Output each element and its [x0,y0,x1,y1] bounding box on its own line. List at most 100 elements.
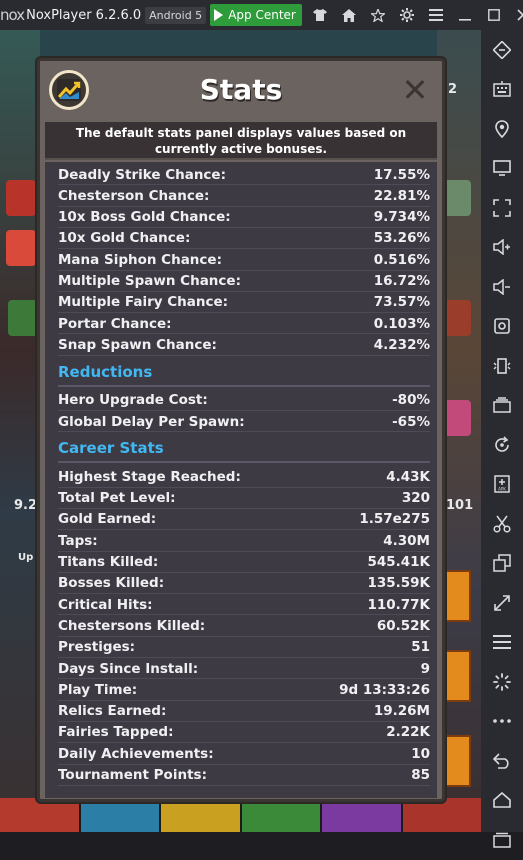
recent-apps-icon[interactable] [481,820,523,860]
stat-value: 19.26M [373,703,430,720]
stat-value: 9 [420,660,430,677]
stat-row: Chesterson Chance: 22.81% [58,185,430,206]
stat-value: 16.72% [373,273,430,289]
emulator-titlebar: nox NoxPlayer 6.2.6.0 Android 5 App Cent… [0,0,523,30]
stat-value: 4.30M [383,532,430,549]
modal-title: Stats [199,73,283,106]
stat-row: Deadly Strike Chance: 17.55% [58,164,430,185]
maximize-icon[interactable] [480,0,509,30]
stat-row: Days Since Install: 9 [58,658,430,679]
enemy-portrait [441,180,471,216]
location-icon[interactable] [481,109,523,149]
stat-value: 85 [411,767,430,783]
play-icon [214,9,224,21]
tab-equipment[interactable] [161,798,242,832]
close-icon[interactable] [509,0,523,30]
stat-label: Chesterson Chance: [58,187,210,204]
stat-row: Daily Achievements: 10 [58,743,430,764]
fullscreen-icon[interactable] [481,188,523,228]
app-title: NoxPlayer 6.2.6.0 [26,7,142,23]
tab-pets[interactable] [80,798,161,832]
screenshot-icon[interactable] [481,307,523,347]
minimize-icon[interactable] [451,0,480,30]
more-icon[interactable] [481,702,523,742]
copy-icon[interactable] [481,544,523,584]
volume-down-icon[interactable] [481,267,523,307]
stat-value: 9d 13:33:26 [339,681,430,698]
sync-icon[interactable] [481,425,523,465]
stat-value: 320 [401,490,430,507]
loading-icon[interactable] [481,662,523,702]
tab-clan[interactable] [402,798,481,832]
stats-modal: Stats ✕ The default stats panel displays… [37,58,445,802]
nox-logo: nox [0,6,25,24]
stat-row: Fairies Tapped: 2.22K [58,722,430,743]
stat-value: 17.55% [373,166,430,183]
stat-label: Chestersons Killed: [58,617,206,634]
stat-value: 9.734% [373,209,430,226]
stat-label: Bosses Killed: [58,575,165,592]
stat-value: -80% [392,392,430,409]
tab-heroes[interactable] [0,798,81,832]
scissors-icon[interactable] [481,504,523,544]
home-icon[interactable] [335,0,364,30]
back-icon[interactable] [481,741,523,781]
stat-row: Bosses Killed: 135.59K [58,573,430,594]
app-center-label: App Center [228,8,296,22]
section-heading: Reductions [58,362,153,381]
stat-row: Play Time: 9d 13:33:26 [58,679,430,700]
tab-artifacts[interactable] [241,798,322,832]
top-right-counter: 2 [448,82,458,97]
shirt-icon[interactable] [306,0,335,30]
app-center-button[interactable]: App Center [210,4,302,26]
stat-row: Mana Siphon Chance: 0.516% [58,249,430,270]
close-icon: ✕ [401,71,429,109]
stat-value: 110.77K [367,596,430,613]
upgrade-tab[interactable] [441,735,471,787]
menu-icon[interactable] [422,0,451,30]
stat-value: 1.57e275 [359,511,430,528]
menu-icon[interactable] [481,623,523,663]
stat-label: Highest Stage Reached: [58,468,241,485]
stat-row: Relics Earned: 19.26M [58,701,430,722]
stat-row: Tournament Points: 85 [58,765,430,786]
stat-row: Snap Spawn Chance: 4.232% [58,334,430,355]
keyboard-icon[interactable] [481,70,523,110]
star-icon[interactable] [364,0,393,30]
multi-instance-icon[interactable] [481,386,523,426]
upgrade-label[interactable]: Up [18,552,33,563]
row-divider [58,431,430,433]
bottom-tab-bar [0,798,481,832]
stat-label: Prestiges: [58,639,136,656]
enemy-portrait [441,300,471,336]
apk-icon[interactable]: APK [481,465,523,505]
stats-panel[interactable]: Deadly Strike Chance: 17.55% Chesterson Ch… [45,162,437,798]
stat-label: Play Time: [58,681,138,698]
close-button[interactable]: ✕ [400,71,430,109]
modal-header: Stats ✕ [40,61,442,122]
stat-value: 4.232% [373,336,430,353]
stat-value: 22.81% [373,187,430,204]
stat-row: Multiple Fairy Chance: 73.57% [58,292,430,313]
upgrade-tab[interactable] [441,650,471,702]
stat-value: 10 [411,745,430,762]
volume-up-icon[interactable] [481,228,523,268]
stat-row: Multiple Spawn Chance: 16.72% [58,271,430,292]
section-divider [58,384,430,387]
tab-shop[interactable] [322,798,403,832]
shake-icon[interactable] [481,346,523,386]
resize-icon[interactable] [481,30,523,70]
screen-icon[interactable] [481,149,523,189]
stat-label: Daily Achievements: [58,745,214,762]
stat-value: 2.22K [386,724,430,741]
stat-label: Fairies Tapped: [58,724,174,741]
stat-label: Critical Hits: [58,596,153,613]
stat-label: Tournament Points: [58,767,207,783]
stat-row: Hero Upgrade Cost: -80% [58,390,430,411]
gear-icon[interactable] [393,0,422,30]
right-damage-number: 101 [446,498,474,513]
expand-icon[interactable] [481,583,523,623]
stat-value: 135.59K [367,575,430,592]
home-icon[interactable] [481,781,523,821]
upgrade-tab[interactable] [441,570,471,622]
